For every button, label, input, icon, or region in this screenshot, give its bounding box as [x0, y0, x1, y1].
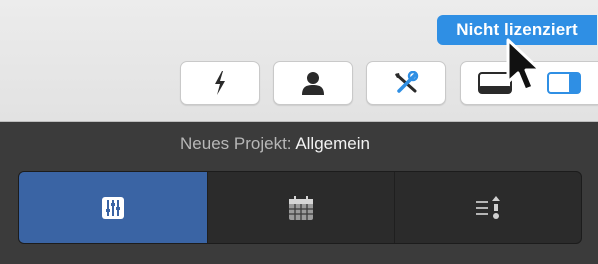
user-button[interactable]	[273, 61, 353, 105]
layout-right-panel-icon	[547, 72, 581, 94]
tools-icon	[395, 71, 419, 93]
action-button[interactable]	[180, 61, 260, 105]
person-icon	[302, 72, 324, 95]
tab-list[interactable]	[394, 172, 581, 243]
toolbar: Nicht lizenziert	[0, 0, 598, 122]
tab-general[interactable]	[19, 172, 207, 243]
sliders-icon	[102, 196, 124, 219]
list-sort-icon	[475, 195, 500, 219]
project-panel: Neues Projekt: Allgemein	[0, 123, 598, 264]
panel-title: Neues Projekt: Allgemein	[0, 134, 550, 154]
tab-calendar[interactable]	[207, 172, 394, 243]
tools-button[interactable]	[366, 61, 446, 105]
view-segmented-control	[18, 171, 582, 244]
layout-right-panel-button[interactable]	[529, 62, 598, 104]
calendar-icon	[289, 195, 313, 220]
layout-bottom-panel-icon	[478, 72, 512, 94]
panel-title-prefix: Neues Projekt:	[180, 134, 292, 153]
lightning-icon	[215, 71, 225, 95]
panel-title-name: Allgemein	[295, 134, 370, 153]
layout-bottom-panel-button[interactable]	[461, 62, 529, 104]
license-status-button[interactable]: Nicht lizenziert	[437, 15, 597, 45]
layout-toggle-group	[460, 61, 598, 105]
